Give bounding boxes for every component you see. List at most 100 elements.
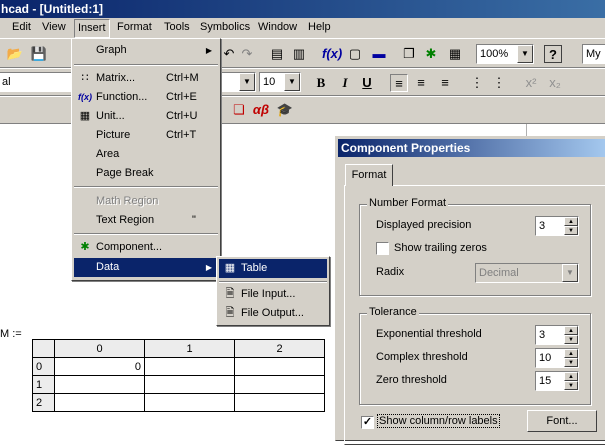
show-labels-checkbox[interactable]: ✓ (361, 416, 374, 429)
zero-threshold-value: 15 (539, 375, 552, 387)
menu-item-matrix[interactable]: ∷ Matrix... Ctrl+M (74, 69, 218, 88)
menu-tools[interactable]: Tools (164, 21, 190, 33)
spin-up-icon[interactable]: ▲ (564, 326, 578, 335)
insert-function-icon[interactable]: f(x) (322, 45, 342, 63)
table-cell[interactable] (234, 357, 325, 376)
open-folder-icon[interactable]: 📂 (6, 45, 24, 63)
corner-cell (32, 339, 55, 358)
align-right-icon[interactable]: ≡ (436, 74, 454, 92)
menu-item-label: Math Region (96, 195, 159, 207)
bullets-icon[interactable]: ⋮ (468, 74, 486, 92)
menu-window[interactable]: Window (258, 21, 297, 33)
table-row: 1 (32, 375, 325, 394)
greek-icon[interactable]: αβ (252, 101, 270, 119)
menu-item-function[interactable]: f(x) Function... Ctrl+E (74, 88, 218, 107)
spin-down-icon[interactable]: ▼ (564, 358, 578, 367)
spin-up-icon[interactable]: ▲ (564, 372, 578, 381)
italic-icon[interactable]: I (336, 74, 354, 92)
table-cell[interactable] (54, 375, 145, 394)
show-trailing-zeros-checkbox[interactable] (376, 242, 389, 255)
redo-icon[interactable]: ↷ (238, 45, 256, 63)
align-top-icon[interactable]: ▤ (268, 45, 286, 63)
chevron-down-icon[interactable]: ▼ (239, 73, 255, 91)
table-cell[interactable] (234, 375, 325, 394)
help-icon[interactable]: ? (544, 45, 562, 63)
zoom-combo[interactable]: 100% ▼ (476, 44, 534, 64)
menu-item-table[interactable]: ▦ Table (219, 259, 327, 278)
menu-item-label: Data (96, 261, 120, 273)
font-size-combo[interactable]: 10 ▼ (259, 72, 301, 92)
menu-item-file-output[interactable]: 🗎 File Output... (219, 304, 327, 323)
table-cell[interactable] (144, 393, 235, 412)
menu-insert[interactable]: Insert (74, 19, 110, 38)
menu-item-unit[interactable]: ▦ Unit... Ctrl+U (74, 107, 218, 126)
font-combo-tail[interactable]: ▼ (222, 72, 256, 92)
menu-item-area[interactable]: Area (74, 145, 218, 164)
radix-label: Radix (376, 266, 405, 278)
tolerance-group: Tolerance Exponential threshold 3 ▲ ▼ Com… (359, 306, 591, 405)
table-cell[interactable]: 0 (54, 357, 145, 376)
programming-icon[interactable]: ❏ (230, 101, 248, 119)
complex-threshold-spinner[interactable]: 10 ▲ ▼ (535, 348, 579, 368)
menu-item-text-region[interactable]: Text Region " (74, 211, 218, 230)
menu-view[interactable]: View (42, 21, 66, 33)
spin-up-icon[interactable]: ▲ (564, 217, 578, 226)
row-header: 1 (32, 375, 55, 394)
tab-format[interactable]: Format (345, 164, 393, 186)
numbering-icon[interactable]: ⋮ (490, 74, 508, 92)
symbolic-icon[interactable]: 🎓 (276, 101, 294, 119)
menu-item-picture[interactable]: Picture Ctrl+T (74, 126, 218, 145)
chevron-down-icon[interactable]: ▼ (284, 73, 300, 91)
style-combo[interactable]: al (0, 72, 74, 92)
radix-select[interactable]: Decimal ▼ (475, 263, 579, 283)
menu-item-label: Table (241, 262, 268, 274)
menu-item-page-break[interactable]: Page Break (74, 164, 218, 183)
font-button[interactable]: Font... (527, 410, 597, 432)
font-size-value: 10 (263, 76, 276, 88)
table-icon[interactable]: ▦ (446, 45, 464, 63)
menu-item-shortcut: " (192, 214, 196, 226)
tolerance-title: Tolerance (367, 306, 419, 318)
save-icon[interactable]: 💾 (30, 45, 48, 63)
table-cell[interactable] (144, 375, 235, 394)
displayed-precision-spinner[interactable]: 3 ▲ ▼ (535, 216, 579, 236)
menu-help[interactable]: Help (308, 21, 331, 33)
superscript-icon[interactable]: x² (522, 74, 540, 92)
bold-icon[interactable]: B (312, 74, 330, 92)
menu-item-component[interactable]: ✱ Component... (74, 238, 218, 257)
matrix-table[interactable]: 0 1 2 0 0 1 2 (32, 339, 325, 412)
underline-icon[interactable]: U (358, 74, 376, 92)
menu-format[interactable]: Format (117, 21, 152, 33)
subscript-icon[interactable]: x₂ (546, 74, 564, 92)
font-style-combo[interactable]: My (582, 44, 605, 64)
calculate-icon[interactable]: ▬ (370, 45, 388, 63)
menu-item-data[interactable]: Data ▶ (74, 258, 218, 277)
window-title: hcad - [Untitled:1] (0, 0, 605, 18)
undo-icon[interactable]: ↶ (220, 45, 238, 63)
menu-item-file-input[interactable]: 🗎 File Input... (219, 285, 327, 304)
chevron-down-icon[interactable]: ▼ (517, 45, 533, 63)
align-left-icon[interactable]: ≡ (390, 74, 408, 92)
exp-threshold-spinner[interactable]: 3 ▲ ▼ (535, 325, 579, 345)
menu-item-label: Function... (96, 91, 148, 103)
component-icon[interactable]: ✱ (422, 45, 440, 63)
function-icon: f(x) (78, 92, 92, 102)
col-header: 1 (144, 339, 235, 358)
align-center-icon[interactable]: ≡ (412, 74, 430, 92)
insert-unit-icon[interactable]: ▢ (346, 45, 364, 63)
menu-symbolics[interactable]: Symbolics (200, 21, 250, 33)
resources-icon[interactable]: ❐ (400, 45, 418, 63)
table-cell[interactable] (234, 393, 325, 412)
spin-up-icon[interactable]: ▲ (564, 349, 578, 358)
spin-down-icon[interactable]: ▼ (564, 226, 578, 235)
table-cell[interactable] (54, 393, 145, 412)
col-header: 0 (54, 339, 145, 358)
zero-threshold-spinner[interactable]: 15 ▲ ▼ (535, 371, 579, 391)
spin-down-icon[interactable]: ▼ (564, 335, 578, 344)
spin-down-icon[interactable]: ▼ (564, 381, 578, 390)
menu-item-graph[interactable]: Graph ▶ (74, 41, 218, 60)
table-cell[interactable] (144, 357, 235, 376)
menu-edit[interactable]: Edit (12, 21, 31, 33)
chevron-down-icon[interactable]: ▼ (562, 264, 578, 282)
align-down-icon[interactable]: ▥ (290, 45, 308, 63)
